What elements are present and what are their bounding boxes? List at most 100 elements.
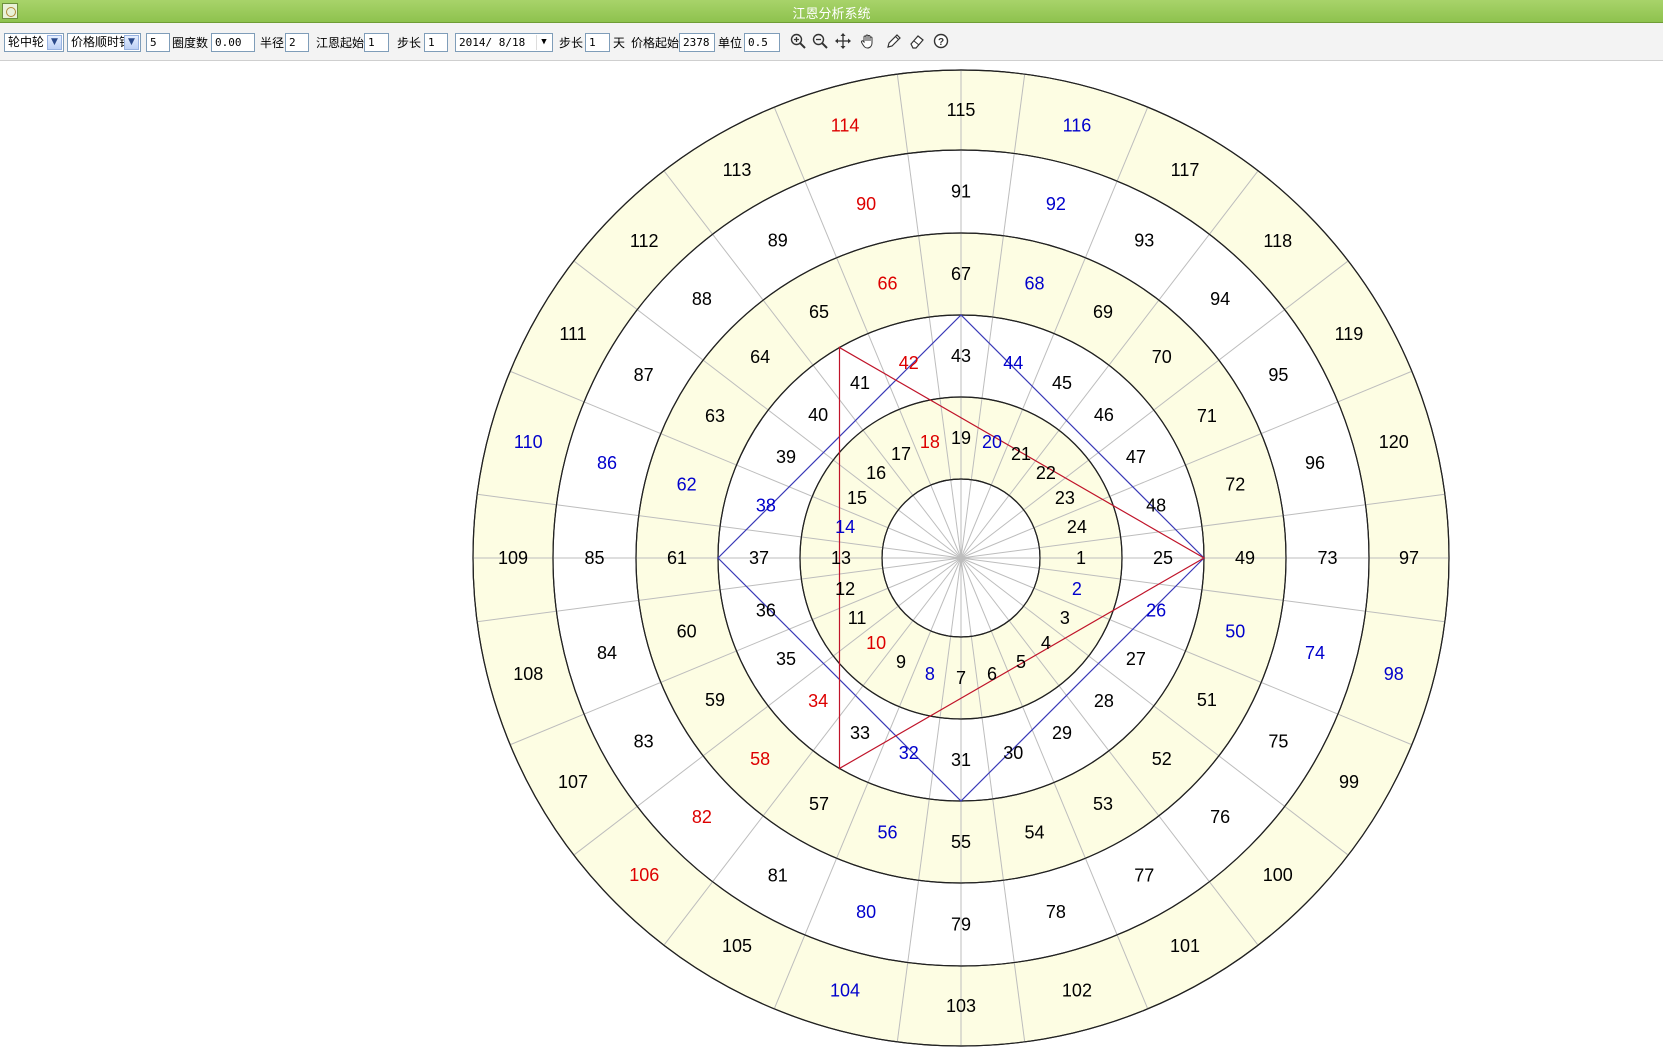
wheel-number: 113: [723, 160, 752, 180]
wheel-number: 44: [1003, 353, 1023, 373]
gann-wheel[interactable]: 123456789101112131415161718 19 20212223242…: [0, 61, 1663, 1047]
step2-label: 步长: [559, 36, 584, 50]
title-bar: 江恩分析系统: [0, 0, 1663, 23]
wheel-number: 111: [559, 324, 586, 344]
wheel-number: 101: [1170, 936, 1200, 956]
hand-icon[interactable]: [858, 33, 878, 53]
wheel-number: 119: [1335, 324, 1364, 344]
wheel-number: 26: [1146, 600, 1166, 620]
wheel-number: 52: [1152, 749, 1172, 769]
wheel-number: 104: [830, 981, 860, 1001]
wheel-number: 7: [956, 668, 966, 688]
degree-input[interactable]: 0.00: [211, 33, 255, 52]
wheel-number: 64: [750, 347, 770, 367]
wheel-number: 25: [1153, 548, 1173, 568]
wheel-number: 69: [1093, 302, 1113, 322]
wheel-number: 19: [951, 428, 971, 448]
wheel-number: 68: [1024, 274, 1044, 294]
radius-input[interactable]: 2: [285, 33, 309, 52]
wheel-number: 8: [925, 664, 935, 684]
wheel-number: 85: [584, 548, 604, 568]
pencil-icon[interactable]: [884, 33, 904, 53]
chevron-down-icon[interactable]: ▼: [536, 35, 551, 50]
wheel-number: 73: [1317, 548, 1337, 568]
wheel-number: 62: [677, 474, 697, 494]
move-icon[interactable]: [833, 33, 853, 53]
wheel-number: 51: [1197, 690, 1217, 710]
wheel-number: 46: [1094, 405, 1114, 425]
wheel-number: 118: [1263, 231, 1292, 251]
chevron-down-icon[interactable]: ▼: [47, 35, 62, 50]
unit-input[interactable]: 0.5: [744, 33, 780, 52]
step-input[interactable]: 1: [424, 33, 448, 52]
wheel-number: 47: [1126, 447, 1146, 467]
wheel-number: 59: [705, 690, 725, 710]
wheel-number: 31: [951, 750, 971, 770]
price-start-input[interactable]: 2378: [679, 33, 715, 52]
date-value: 2014/ 8/18: [459, 36, 526, 49]
wheel-number: 23: [1055, 488, 1075, 508]
wheel-number: 82: [692, 807, 712, 827]
wheel-number: 63: [705, 406, 725, 426]
wheel-number: 55: [951, 832, 971, 852]
wheel-type-select[interactable]: 轮中轮 ▼: [4, 33, 64, 52]
zoom-out-icon[interactable]: [810, 33, 830, 53]
direction-select[interactable]: 价格顺时针 ▼: [67, 33, 141, 52]
wheel-number: 27: [1126, 649, 1146, 669]
degree-label: 圈度数: [172, 36, 209, 50]
wheel-number: 20: [982, 432, 1002, 452]
wheel-number: 35: [776, 649, 796, 669]
help-icon[interactable]: ?: [931, 33, 951, 53]
gann-start-input[interactable]: 1: [364, 33, 389, 52]
wheel-number: 60: [677, 622, 697, 642]
window-title: 江恩分析系统: [792, 7, 871, 22]
date-picker[interactable]: 2014/ 8/18 ▼: [455, 33, 553, 52]
chevron-down-icon[interactable]: ▼: [124, 35, 139, 50]
wheel-number: 16: [866, 463, 886, 483]
wheel-number: 58: [750, 749, 770, 769]
wheel-number: 110: [514, 432, 543, 452]
zoom-in-icon[interactable]: [788, 33, 808, 53]
wheel-number: 33: [850, 723, 870, 743]
wheel-number: 12: [835, 579, 855, 599]
wheel-number: 48: [1146, 496, 1166, 516]
day-label: 天: [613, 36, 626, 50]
wheel-number: 28: [1094, 691, 1114, 711]
wheel-number: 86: [597, 453, 617, 473]
wheel-number: 57: [809, 794, 829, 814]
wheel-number: 18: [920, 432, 940, 452]
wheel-number: 115: [947, 100, 976, 120]
wheel-number: 1: [1076, 548, 1086, 568]
wheel-number: 77: [1134, 865, 1154, 885]
wheel-number: 107: [558, 772, 588, 792]
wheel-number: 6: [987, 664, 997, 684]
wheel-number: 65: [809, 302, 829, 322]
wheel-number: 117: [1171, 160, 1200, 180]
eraser-icon[interactable]: [907, 33, 927, 53]
wheel-number: 89: [768, 231, 788, 251]
wheel-type-value: 轮中轮: [8, 35, 45, 49]
wheel-number: 38: [756, 496, 776, 516]
circle-count-input[interactable]: 5: [146, 33, 170, 52]
wheel-number: 22: [1036, 463, 1056, 483]
wheel-number: 14: [835, 517, 855, 537]
unit-label: 单位: [718, 36, 743, 50]
wheel-number: 96: [1305, 453, 1325, 473]
wheel-number: 114: [831, 115, 860, 135]
wheel-number: 41: [850, 373, 870, 393]
wheel-number: 42: [899, 353, 919, 373]
svg-text:?: ?: [938, 37, 944, 48]
wheel-number: 88: [692, 289, 712, 309]
wheel-number: 34: [808, 691, 828, 711]
wheel-number: 36: [756, 600, 776, 620]
wheel-number: 24: [1067, 517, 1087, 537]
wheel-number: 80: [856, 902, 876, 922]
wheel-number: 75: [1268, 731, 1288, 751]
wheel-number: 120: [1379, 432, 1409, 452]
wheel-number: 103: [946, 996, 976, 1016]
step2-input[interactable]: 1: [585, 33, 610, 52]
wheel-number: 90: [856, 194, 876, 214]
wheel-number: 2: [1072, 579, 1082, 599]
wheel-number: 39: [776, 447, 796, 467]
wheel-number: 61: [667, 548, 687, 568]
